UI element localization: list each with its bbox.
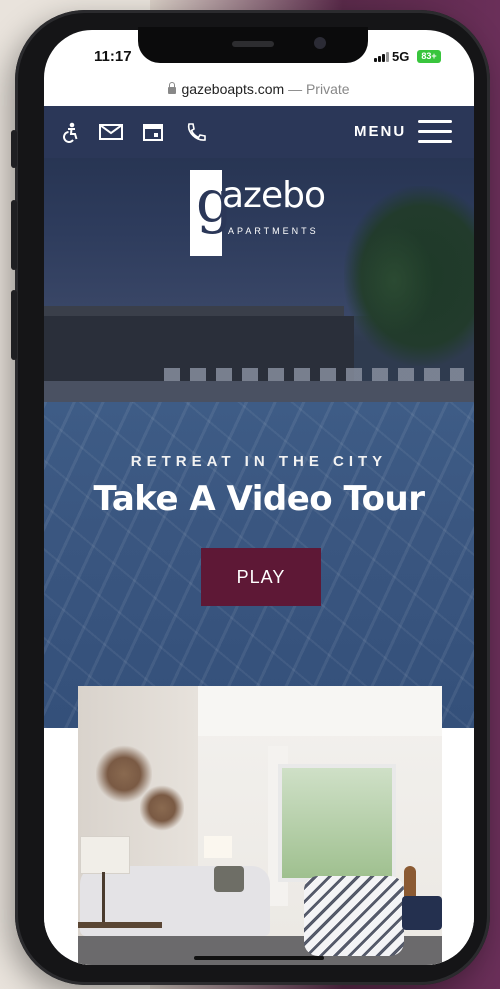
url-domain: gazeboapts.com — [181, 81, 285, 97]
hero-tree-small — [354, 226, 434, 336]
private-mode-label: Private — [305, 81, 350, 97]
mail-icon[interactable] — [98, 121, 124, 143]
network-type: 5G — [392, 49, 410, 64]
play-video-button[interactable]: PLAY — [201, 548, 321, 606]
status-time: 11:17 — [94, 48, 132, 65]
mute-switch — [11, 130, 17, 168]
gazebo-logo[interactable]: g azebo APARTMENTS — [190, 170, 340, 256]
apartment-living-room-photo — [78, 686, 442, 965]
calendar-icon[interactable] — [142, 121, 164, 143]
hero-headline: Take A Video Tour — [93, 479, 425, 519]
signal-icon — [374, 52, 389, 62]
home-indicator — [194, 956, 324, 960]
lock-icon — [168, 81, 177, 94]
logo-mark: g — [190, 170, 233, 256]
hero-section: MENU g azebo APARTMENTS RETREAT IN THE C… — [44, 106, 474, 728]
battery-indicator: 83+ — [417, 50, 441, 63]
phone-notch — [138, 27, 368, 63]
front-camera — [314, 37, 326, 49]
browser-address-bar[interactable]: gazeboapts.com — Private — [44, 74, 474, 104]
url-separator: — — [284, 81, 306, 97]
website-viewport: MENU g azebo APARTMENTS RETREAT IN THE C… — [44, 106, 474, 965]
menu-label[interactable]: MENU — [354, 123, 406, 140]
phone-icon[interactable] — [184, 121, 206, 143]
hamburger-menu-icon[interactable] — [418, 120, 452, 144]
logo-subtitle: APARTMENTS — [228, 226, 319, 236]
phone-screen: 11:17 5G 83+ gazeboapts.com — Private ME… — [44, 30, 474, 965]
site-navbar: MENU — [44, 106, 474, 158]
accessibility-icon[interactable] — [60, 121, 82, 143]
pool-deck — [44, 381, 474, 403]
volume-down-button — [11, 290, 17, 360]
volume-up-button — [11, 200, 17, 270]
logo-wordmark: azebo — [222, 175, 326, 216]
earpiece-speaker — [232, 41, 274, 47]
hero-tagline: RETREAT IN THE CITY — [130, 453, 388, 470]
